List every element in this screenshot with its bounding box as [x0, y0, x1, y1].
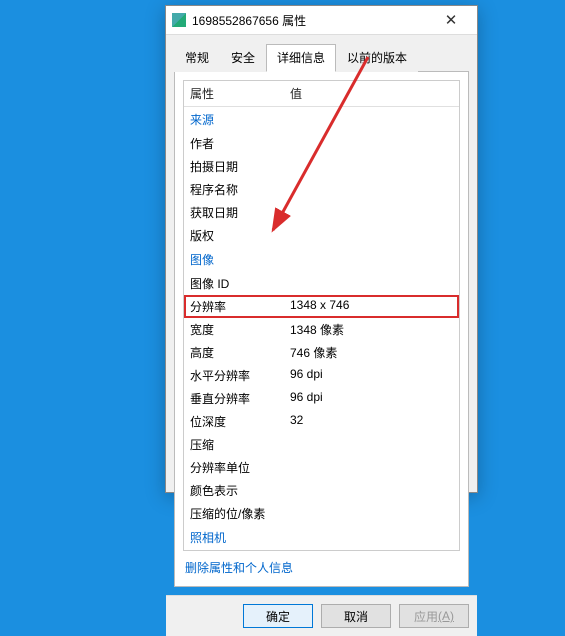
property-row[interactable]: 图像 ID [184, 272, 459, 295]
property-row[interactable]: 压缩的位/像素 [184, 502, 459, 525]
property-key: 分辨率 [184, 297, 284, 316]
tab-general[interactable]: 常规 [174, 44, 220, 72]
property-value: 1348 x 746 [284, 297, 459, 316]
property-value [284, 504, 459, 523]
property-row[interactable]: 作者 [184, 132, 459, 155]
property-value: 32 [284, 412, 459, 431]
property-row[interactable]: 垂直分辨率96 dpi [184, 387, 459, 410]
property-row[interactable]: 位深度32 [184, 410, 459, 433]
property-key: 压缩的位/像素 [184, 504, 284, 523]
titlebar[interactable]: 1698552867656 属性 ✕ [166, 6, 477, 35]
property-value: 1348 像素 [284, 320, 459, 339]
property-key: 版权 [184, 226, 284, 245]
property-value [284, 180, 459, 199]
property-key: 颜色表示 [184, 481, 284, 500]
property-key: 垂直分辨率 [184, 389, 284, 408]
apply-button[interactable]: 应用(A) [399, 604, 469, 628]
tab-details[interactable]: 详细信息 [266, 44, 336, 72]
property-key: 拍摄日期 [184, 157, 284, 176]
header-property: 属性 [184, 81, 284, 106]
dialog-buttons: 确定 取消 应用(A) [166, 595, 477, 636]
property-row[interactable]: 压缩 [184, 433, 459, 456]
property-row[interactable]: 版权 [184, 224, 459, 247]
property-value: 96 dpi [284, 389, 459, 408]
property-row[interactable]: 拍摄日期 [184, 155, 459, 178]
section-照相机: 照相机 [184, 525, 459, 550]
cancel-button[interactable]: 取消 [321, 604, 391, 628]
property-key: 宽度 [184, 320, 284, 339]
property-value [284, 226, 459, 245]
property-key: 作者 [184, 134, 284, 153]
section-来源: 来源 [184, 107, 459, 132]
property-row[interactable]: 分辨率单位 [184, 456, 459, 479]
property-row[interactable]: 获取日期 [184, 201, 459, 224]
window-title: 1698552867656 属性 [192, 12, 431, 29]
close-icon: ✕ [445, 11, 458, 29]
property-row[interactable]: 水平分辨率96 dpi [184, 364, 459, 387]
property-value [284, 481, 459, 500]
property-value [284, 435, 459, 454]
properties-list[interactable]: 属性 值 来源作者拍摄日期程序名称获取日期版权图像图像 ID 分辨率1348 x … [183, 80, 460, 551]
close-button[interactable]: ✕ [431, 6, 471, 34]
property-value [284, 458, 459, 477]
property-value [284, 134, 459, 153]
property-value: 746 像素 [284, 343, 459, 362]
property-key: 图像 ID [184, 274, 284, 293]
properties-body[interactable]: 来源作者拍摄日期程序名称获取日期版权图像图像 ID分辨率1348 x 746宽度… [184, 107, 459, 550]
details-panel: 属性 值 来源作者拍摄日期程序名称获取日期版权图像图像 ID 分辨率1348 x … [174, 71, 469, 587]
file-icon [172, 13, 186, 27]
property-row[interactable]: 宽度1348 像素 [184, 318, 459, 341]
header-value: 值 [284, 81, 459, 106]
property-key: 程序名称 [184, 180, 284, 199]
property-key: 高度 [184, 343, 284, 362]
property-row[interactable]: 分辨率1348 x 746 [184, 295, 459, 318]
property-key: 压缩 [184, 435, 284, 454]
property-row[interactable]: 程序名称 [184, 178, 459, 201]
remove-properties-linkbar: 删除属性和个人信息 [183, 551, 460, 578]
properties-dialog: 1698552867656 属性 ✕ 常规 安全 详细信息 以前的版本 属性 值… [165, 5, 478, 493]
property-value [284, 157, 459, 176]
property-value [284, 274, 459, 293]
property-value: 96 dpi [284, 366, 459, 385]
tab-strip: 常规 安全 详细信息 以前的版本 [166, 35, 477, 71]
tab-security[interactable]: 安全 [220, 44, 266, 72]
property-key: 水平分辨率 [184, 366, 284, 385]
property-value [284, 203, 459, 222]
remove-properties-link[interactable]: 删除属性和个人信息 [185, 561, 293, 575]
property-row[interactable]: 高度746 像素 [184, 341, 459, 364]
property-key: 获取日期 [184, 203, 284, 222]
section-图像: 图像 [184, 247, 459, 272]
property-row[interactable]: 颜色表示 [184, 479, 459, 502]
property-key: 分辨率单位 [184, 458, 284, 477]
tab-previous-versions[interactable]: 以前的版本 [336, 44, 418, 72]
property-key: 位深度 [184, 412, 284, 431]
ok-button[interactable]: 确定 [243, 604, 313, 628]
properties-header: 属性 值 [184, 81, 459, 107]
